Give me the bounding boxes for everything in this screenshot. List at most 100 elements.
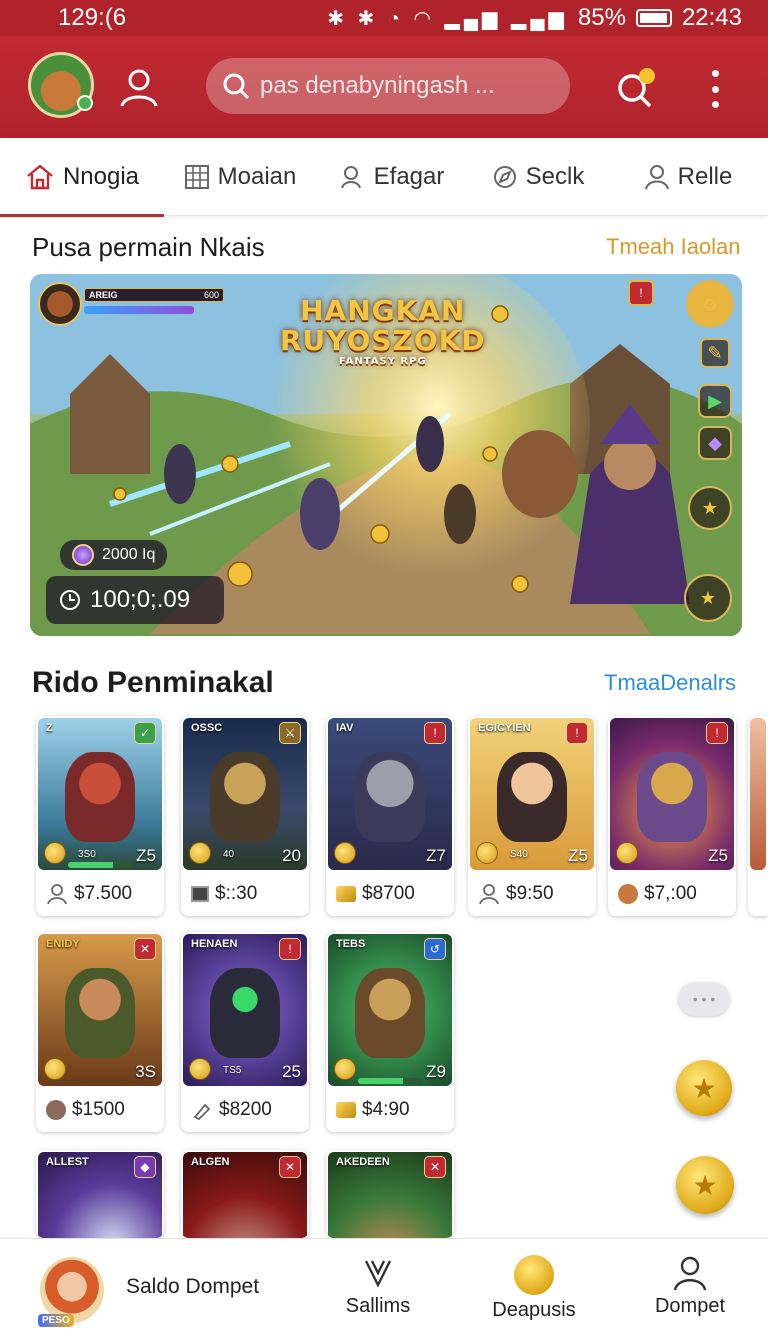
card-badge-icon: ! — [279, 938, 301, 960]
coin-icon — [44, 842, 66, 864]
game-card[interactable]: EGICYIEN ! S40 Z5 $9:50 — [468, 716, 596, 916]
game-card-art: EGICYIEN ! S40 Z5 — [470, 718, 594, 870]
coin-icon — [514, 1255, 554, 1295]
featured-game-banner[interactable]: AREIG 600 HANGKAN RUYOSZOKD FANTASY RPG ☺… — [30, 274, 742, 636]
card-badge-icon: ◆ — [134, 1156, 156, 1178]
game-card-art: ! Z5 — [610, 718, 734, 870]
status-bar: 129:(6 ✱ ✱ ◔ ◠ ▂▄▆ ▂▄▆ 85% 22:43 — [0, 0, 768, 36]
nav-item-deapusis[interactable]: Deapusis — [488, 1255, 580, 1322]
potion-icon[interactable]: ◆ — [698, 426, 732, 460]
game-card-art: Z ✓ 3S0 Z5 — [38, 718, 162, 870]
hud-portrait — [38, 282, 82, 326]
hud-health-bar: AREIG 600 — [84, 288, 224, 302]
chat-bubble-icon[interactable]: • • • — [678, 982, 730, 1016]
category-tabs: Nnogia Moaian Efagar Seclk Relle — [0, 138, 768, 217]
compass-icon — [493, 166, 516, 188]
more-menu-button[interactable] — [700, 66, 730, 112]
hero-portrait-icon[interactable]: ☺ — [686, 280, 734, 328]
alert-badge-icon[interactable]: ! — [628, 280, 654, 306]
card-badge-icon: ⚔ — [279, 722, 301, 744]
card-badge-icon: ✕ — [279, 1156, 301, 1178]
game-card-art: OSSC ⚔ 40 20 — [183, 718, 307, 870]
game-card-art: IAV ! Z7 — [328, 718, 452, 870]
game-card[interactable]: IAV ! Z7 $8700 — [326, 716, 454, 916]
trophy-icon — [364, 1260, 392, 1288]
tab-moaian[interactable]: Moaian — [164, 138, 316, 216]
wallet-avatar-tag: PESO — [38, 1314, 74, 1327]
bonus-coin-icon[interactable]: ★ — [676, 1156, 734, 1214]
nav-item-sallims[interactable]: Sallims — [340, 1255, 416, 1318]
banner-game-title: HANGKAN RUYOSZOKD FANTASY RPG — [280, 294, 486, 368]
coin-icon — [616, 842, 638, 864]
app-header — [0, 36, 768, 138]
star-skill-icon[interactable]: ★ — [688, 486, 732, 530]
map-icon[interactable]: ✎ — [700, 338, 730, 368]
game-card[interactable]: HENAEN ! TS5 25 $8200 — [181, 932, 309, 1132]
person-icon — [673, 1256, 707, 1291]
game-card-price: $7.500 — [36, 872, 164, 916]
game-card[interactable]: ENIDY ✕ 3S $1500 — [36, 932, 164, 1132]
game-card-art: TEBS ↺ Z9 — [328, 934, 452, 1086]
pencil-icon — [193, 1103, 211, 1121]
card-badge-icon: ! — [706, 722, 728, 744]
timer-icon — [60, 590, 80, 610]
recommended-section-title: Rido Penminakal — [32, 666, 274, 699]
game-card[interactable]: ALLEST ◆ — [36, 1150, 164, 1238]
game-card[interactable]: ALGEN ✕ — [181, 1150, 309, 1238]
event-timer: 100;0;.09 — [46, 576, 224, 624]
search-notification-icon[interactable] — [614, 66, 660, 112]
tab-seclk[interactable]: Seclk — [468, 138, 608, 216]
fox-icon — [46, 1100, 66, 1120]
game-card-price: $::30 — [181, 872, 309, 916]
game-card-price: $4:90 — [326, 1088, 454, 1132]
battery-percent: 85% — [577, 4, 626, 31]
person-icon — [47, 884, 67, 905]
card-badge-icon: ! — [424, 722, 446, 744]
card-badge-icon: ✓ — [134, 722, 156, 744]
game-card-art: HENAEN ! TS5 25 — [183, 934, 307, 1086]
gem-icon — [72, 544, 94, 566]
card-badge-icon: ! — [566, 722, 588, 744]
online-indicator — [77, 95, 93, 111]
hud-mana-bar — [84, 306, 194, 314]
gem-counter: 2000 Iq — [60, 540, 168, 570]
tab-efagar[interactable]: Efagar — [316, 138, 468, 216]
user-avatar[interactable] — [28, 52, 94, 118]
game-card-art: ALLEST ◆ — [38, 1152, 162, 1238]
fox-icon — [618, 884, 638, 904]
gold-icon — [336, 886, 356, 902]
profile-icon[interactable] — [118, 66, 160, 108]
tab-relle[interactable]: Relle — [608, 138, 768, 216]
search-bar[interactable] — [206, 58, 570, 114]
status-time: 129:(6 — [58, 4, 127, 31]
game-card-price: $7,:00 — [608, 872, 736, 916]
game-card-price: $1500 — [36, 1088, 164, 1132]
coin-icon — [334, 1058, 356, 1080]
game-card-partial[interactable] — [748, 716, 768, 916]
daily-reward-coin-icon[interactable]: ★ — [676, 1060, 732, 1116]
status-icons: ✱ ✱ ◔ ◠ ▂▄▆ ▂▄▆ — [327, 7, 568, 30]
status-clock: 22:43 — [681, 4, 742, 31]
recommended-see-all-link[interactable]: TmaaDenalrs — [604, 670, 736, 696]
coin-icon — [189, 1058, 211, 1080]
game-card[interactable]: TEBS ↺ Z9 $4:90 — [326, 932, 454, 1132]
person-icon — [479, 884, 499, 905]
card-badge-icon: ✕ — [424, 1156, 446, 1178]
star-special-icon[interactable]: ★ — [684, 574, 732, 622]
grid-icon — [184, 165, 209, 189]
player-hud: AREIG 600 — [38, 282, 234, 328]
game-card[interactable]: AKEDEEN ✕ — [326, 1150, 454, 1238]
wallet-balance-label[interactable]: Saldo Dompet — [126, 1275, 259, 1299]
search-input[interactable] — [260, 72, 550, 100]
game-card[interactable]: Z ✓ 3S0 Z5 $7.500 — [36, 716, 164, 916]
featured-see-all-link[interactable]: Tmeah Iaolan — [606, 234, 741, 260]
bottom-navigation: PESO Saldo Dompet Sallims Deapusis Dompe… — [0, 1238, 768, 1344]
game-card-price: $9:50 — [468, 872, 596, 916]
game-card[interactable]: ! Z5 $7,:00 — [608, 716, 736, 916]
card-badge-icon: ✕ — [134, 938, 156, 960]
tab-nnogia[interactable]: Nnogia — [0, 138, 164, 217]
play-icon[interactable]: ▶ — [698, 384, 732, 418]
wallet-avatar[interactable]: PESO — [38, 1257, 104, 1327]
game-card[interactable]: OSSC ⚔ 40 20 $::30 — [181, 716, 309, 916]
nav-item-dompet[interactable]: Dompet — [650, 1255, 730, 1318]
